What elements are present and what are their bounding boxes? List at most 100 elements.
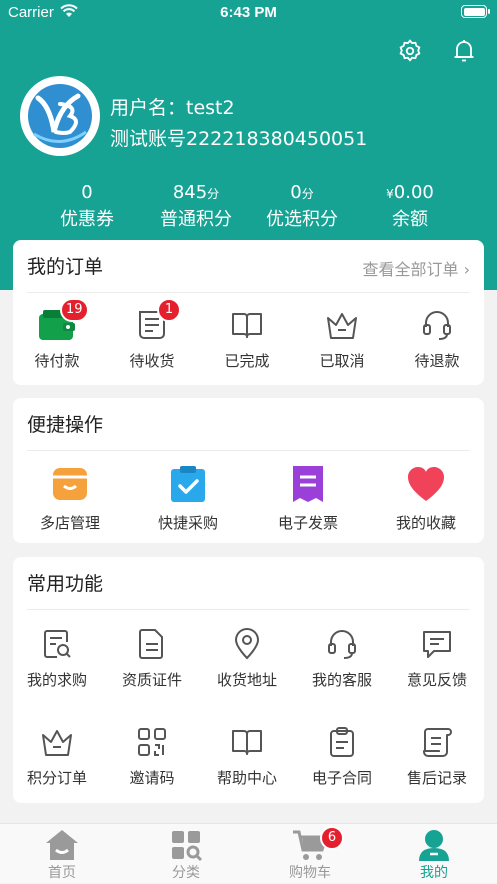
shortcut-label: 快捷采购	[157, 514, 218, 532]
tab-home[interactable]: 首页	[0, 824, 124, 884]
view-all-orders-link[interactable]: 查看全部订单 ›	[362, 256, 470, 280]
tab-category[interactable]: 分类	[124, 824, 248, 884]
function-invite-code[interactable]: 邀请码	[105, 725, 199, 788]
order-label: 待付款	[34, 352, 80, 370]
function-shipping-address[interactable]: 收货地址	[200, 627, 294, 690]
invoice-icon	[288, 464, 328, 504]
order-pending-refund[interactable]: 待退款	[390, 308, 484, 371]
orders-title: 我的订单	[27, 256, 104, 278]
avatar[interactable]	[20, 76, 100, 156]
shortcut-quick-purchase[interactable]: 快捷采购	[141, 464, 235, 533]
function-label: 我的求购	[26, 671, 87, 689]
function-points-orders[interactable]: 积分订单	[10, 725, 104, 788]
orders-card: 我的订单 查看全部订单 › 19 待付款 1 待收货 已完成 已取消 待退款	[13, 240, 484, 385]
function-label: 电子合同	[311, 769, 372, 787]
headset-icon	[420, 308, 454, 342]
functions-title: 常用功能	[27, 573, 104, 595]
shortcut-e-invoice[interactable]: 电子发票	[261, 464, 355, 533]
username-label: 用户名：test2	[110, 97, 235, 119]
stat-label: 优选积分	[266, 209, 338, 230]
functions-card: 常用功能 我的求购 资质证件 收货地址 我的客服 意见反馈 积分订单 邀请码 帮…	[13, 557, 484, 803]
notification-bell-icon[interactable]	[452, 38, 478, 64]
divider	[27, 609, 470, 610]
function-my-purchase-requests[interactable]: 我的求购	[10, 627, 104, 690]
qr-code-icon	[135, 725, 169, 759]
shortcut-label: 电子发票	[277, 514, 338, 532]
stat-value: 845	[172, 182, 208, 203]
user-icon	[416, 828, 452, 862]
store-icon	[50, 464, 90, 504]
function-label: 资质证件	[121, 671, 182, 689]
order-pending-receipt[interactable]: 1 待收货	[105, 298, 199, 371]
function-after-sales-records[interactable]: 售后记录	[390, 725, 484, 788]
account-number: 测试账号222218380450051	[110, 128, 368, 150]
function-help-center[interactable]: 帮助中心	[200, 725, 294, 788]
function-feedback[interactable]: 意见反馈	[390, 627, 484, 690]
contract-icon	[325, 725, 359, 759]
category-icon	[168, 828, 204, 862]
document-icon	[135, 627, 169, 661]
stat-balance[interactable]: ¥0.00 余额	[348, 180, 472, 234]
order-label: 已取消	[319, 352, 365, 370]
stat-value: 0	[81, 182, 93, 203]
shortcut-multi-store[interactable]: 多店管理	[23, 464, 117, 533]
order-completed[interactable]: 已完成	[200, 308, 294, 371]
chevron-right-icon: ›	[463, 260, 470, 279]
tab-label: 首页	[48, 865, 76, 881]
order-label: 已完成	[224, 352, 270, 370]
unpaid-count-badge: 19	[60, 298, 89, 322]
receipt-icon: 1	[135, 298, 181, 342]
stat-unit: 分	[301, 187, 314, 201]
heart-icon	[406, 464, 446, 504]
stat-label: 余额	[392, 209, 428, 230]
search-doc-icon	[40, 627, 74, 661]
settings-gear-icon[interactable]	[397, 38, 423, 64]
headset-icon	[325, 627, 359, 661]
view-all-label: 查看全部订单	[362, 260, 459, 279]
wallet-icon: 19	[39, 298, 89, 342]
order-label: 待退款	[414, 352, 460, 370]
function-label: 邀请码	[129, 769, 175, 787]
book-icon	[230, 308, 264, 342]
location-icon	[230, 627, 264, 661]
function-qualifications[interactable]: 资质证件	[105, 627, 199, 690]
tab-label: 我的	[420, 865, 448, 881]
stats-row: 0 优惠券 845分 普通积分 0分 优选积分 ¥0.00 余额	[0, 180, 497, 236]
function-customer-service[interactable]: 我的客服	[295, 627, 389, 690]
function-e-contract[interactable]: 电子合同	[295, 725, 389, 788]
divider	[27, 292, 470, 293]
function-label: 积分订单	[26, 769, 87, 787]
brand-logo-icon	[28, 84, 92, 148]
tab-cart[interactable]: 6 购物车	[248, 824, 372, 884]
stat-unit: 分	[207, 187, 220, 201]
tab-label: 分类	[172, 865, 200, 881]
shortcuts-card: 便捷操作 多店管理 快捷采购 电子发票 我的收藏	[13, 398, 484, 543]
scroll-icon	[420, 725, 454, 759]
cart-icon: 6	[292, 826, 344, 862]
shortcut-label: 我的收藏	[395, 514, 456, 532]
clipboard-check-icon	[168, 464, 208, 504]
order-label: 待收货	[129, 352, 175, 370]
tab-me[interactable]: 我的	[372, 824, 496, 884]
stat-premium-points[interactable]: 0分 优选积分	[240, 180, 364, 234]
book-icon	[230, 725, 264, 759]
shortcuts-title: 便捷操作	[27, 414, 104, 436]
tab-bar: 首页 分类 6 购物车 我的	[0, 823, 497, 883]
clock: 6:43 PM	[220, 4, 277, 21]
crown-icon	[40, 725, 74, 759]
function-label: 收货地址	[216, 671, 277, 689]
shortcut-label: 多店管理	[39, 514, 100, 532]
to-receive-count-badge: 1	[157, 298, 181, 322]
shortcut-favorites[interactable]: 我的收藏	[379, 464, 473, 533]
function-label: 意见反馈	[406, 671, 467, 689]
order-pending-payment[interactable]: 19 待付款	[10, 298, 104, 371]
stat-unit: ¥	[386, 187, 394, 201]
order-cancelled[interactable]: 已取消	[295, 308, 389, 371]
stat-coupons[interactable]: 0 优惠券	[25, 180, 149, 234]
stat-label: 优惠券	[60, 209, 114, 230]
function-label: 我的客服	[311, 671, 372, 689]
stat-value: 0	[290, 182, 302, 203]
divider	[27, 450, 470, 451]
function-label: 售后记录	[406, 769, 467, 787]
home-icon	[44, 828, 80, 862]
